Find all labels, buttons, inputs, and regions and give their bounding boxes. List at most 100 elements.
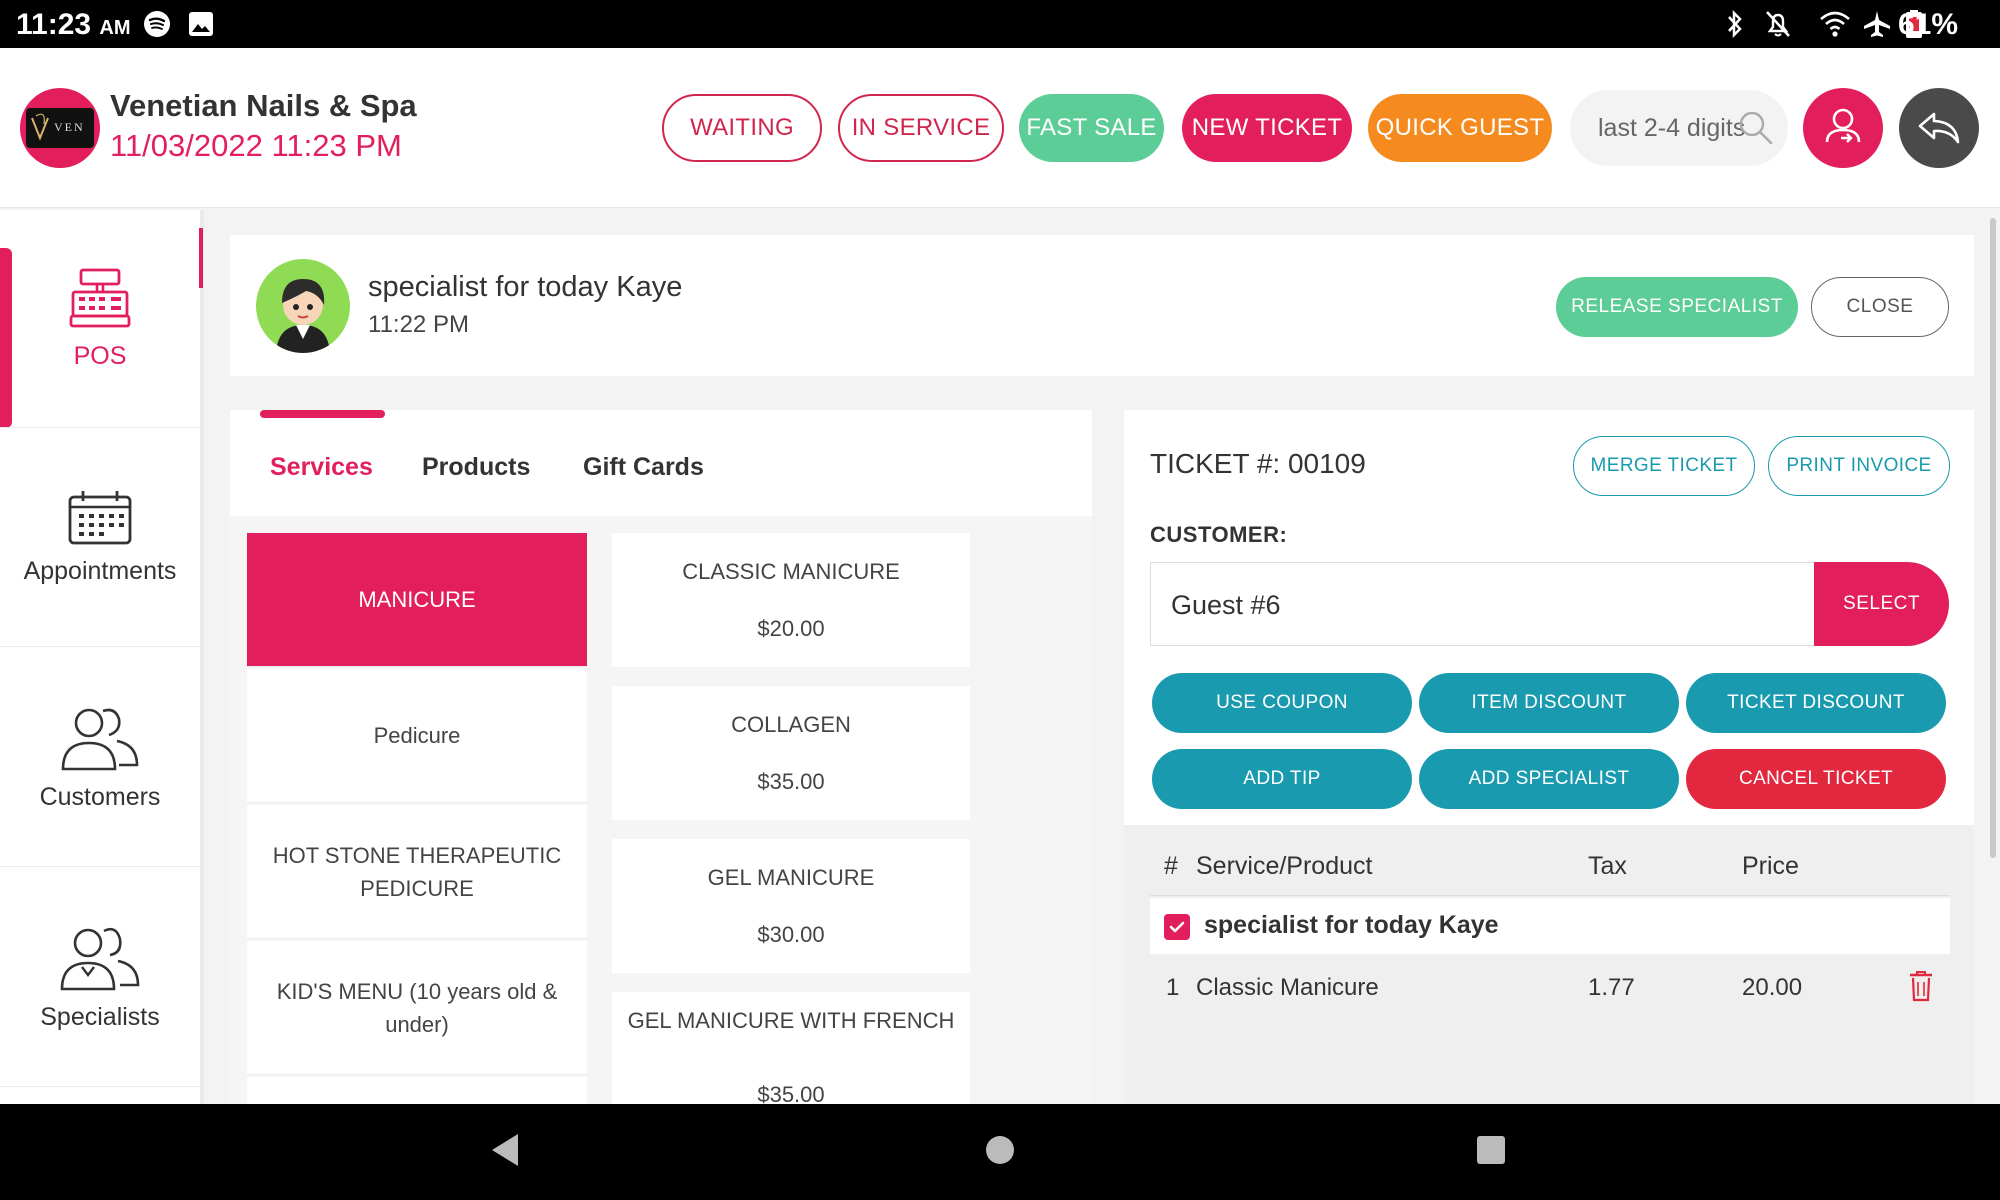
service-item[interactable]: CLASSIC MANICURE $20.00 — [612, 533, 970, 667]
specialist-group-name: specialist for today Kaye — [1204, 911, 1499, 939]
sidebar-item-customers[interactable]: Customers — [0, 649, 200, 867]
service-name: COLLAGEN — [731, 712, 851, 737]
category-pedicure[interactable]: Pedicure — [247, 669, 587, 803]
col-price: Price — [1742, 852, 1799, 880]
store-logo: VEN — [20, 88, 100, 168]
new-ticket-button[interactable]: NEW TICKET — [1182, 94, 1352, 162]
logo-text: VEN — [54, 120, 85, 134]
service-name: CLASSIC MANICURE — [682, 559, 900, 584]
android-nav-bar — [0, 1104, 2000, 1200]
services-panel: Services Products Gift Cards MANICURE Pe… — [230, 410, 1092, 1104]
specialist-time: 11:22 PM — [368, 311, 469, 338]
add-specialist-button[interactable]: ADD SPECIALIST — [1419, 749, 1679, 809]
service-name: GEL MANICURE — [707, 865, 875, 890]
status-time-value: 11:23 — [16, 8, 92, 41]
sidebar-item-label: Appointments — [23, 557, 177, 585]
tab-active-indicator — [260, 410, 385, 418]
search-box — [1570, 90, 1788, 166]
select-customer-button[interactable]: SELECT — [1814, 562, 1949, 646]
trash-icon[interactable] — [1908, 970, 1934, 1002]
ticket-table-header: # Service/Product Tax Price — [1150, 840, 1950, 896]
notifications-off-icon — [1766, 11, 1790, 37]
current-specialist-card: specialist for today Kaye 11:22 PM RELEA… — [230, 235, 1974, 376]
sidebar-item-appointments[interactable]: Appointments — [0, 429, 200, 647]
checkmark-icon — [1169, 921, 1185, 933]
service-item[interactable]: COLLAGEN $35.00 — [612, 686, 970, 820]
col-service-product: Service/Product — [1196, 852, 1373, 880]
spotify-icon — [144, 11, 170, 37]
store-logo-image: VEN — [26, 108, 94, 148]
col-number: # — [1164, 852, 1178, 880]
close-button[interactable]: CLOSE — [1811, 277, 1949, 337]
service-item[interactable]: GEL MANICURE $30.00 — [612, 839, 970, 973]
sidebar-item-label: Specialists — [40, 1003, 160, 1031]
fast-sale-button[interactable]: FAST SALE — [1019, 94, 1164, 162]
sidebar-divider — [200, 210, 204, 1104]
search-input[interactable] — [1598, 108, 1748, 148]
ticket-discount-button[interactable]: TICKET DISCOUNT — [1686, 673, 1946, 733]
category-kids-menu[interactable]: KID'S MENU (10 years old & under) — [247, 941, 587, 1075]
col-tax: Tax — [1588, 852, 1627, 880]
page-scrollbar[interactable] — [1990, 218, 1996, 858]
tab-products[interactable]: Products — [422, 453, 530, 482]
category-manicure[interactable]: MANICURE — [247, 533, 587, 667]
specialist-name: specialist for today Kaye — [368, 271, 683, 303]
nav-recents-icon[interactable] — [1475, 1132, 1507, 1168]
avatar-icon — [276, 279, 330, 353]
reply-arrow-icon — [1918, 112, 1960, 144]
customer-input[interactable] — [1171, 583, 1771, 627]
row-item: Classic Manicure — [1196, 974, 1379, 1001]
item-discount-button[interactable]: ITEM DISCOUNT — [1419, 673, 1679, 733]
sidebar-item-pos[interactable]: POS — [0, 210, 200, 428]
wifi-icon — [1820, 11, 1850, 37]
specialist-avatar — [256, 259, 350, 353]
status-time-ampm: AM — [99, 17, 131, 39]
user-swap-icon — [1825, 108, 1861, 143]
service-name: GEL MANICURE WITH FRENCH — [627, 1008, 955, 1033]
service-price: $35.00 — [757, 769, 825, 794]
sidebar-item-label: Customers — [39, 783, 161, 811]
image-icon — [189, 12, 213, 36]
back-button[interactable] — [1899, 88, 1979, 168]
in-service-button[interactable]: IN SERVICE — [838, 94, 1004, 162]
specialist-group-checkbox[interactable] — [1164, 914, 1190, 940]
cancel-ticket-button[interactable]: CANCEL TICKET — [1686, 749, 1946, 809]
nav-back-icon[interactable] — [490, 1132, 520, 1168]
store-name: Venetian Nails & Spa — [110, 88, 417, 123]
customers-icon — [61, 708, 139, 771]
battery-percent: 61% — [1897, 8, 1958, 41]
category-item[interactable] — [247, 1077, 587, 1104]
nav-home-icon[interactable] — [984, 1132, 1016, 1164]
app-header: VEN Venetian Nails & Spa 11/03/2022 11:2… — [0, 48, 2000, 208]
store-datetime: 11/03/2022 11:23 PM — [110, 128, 402, 163]
row-tax: 1.77 — [1588, 974, 1635, 1001]
tab-services[interactable]: Services — [270, 453, 373, 482]
row-price: 20.00 — [1742, 974, 1803, 1001]
sidebar-item-specialists[interactable]: Specialists — [0, 869, 200, 1087]
release-specialist-button[interactable]: RELEASE SPECIALIST — [1556, 277, 1798, 337]
customer-field — [1150, 562, 1816, 646]
ticket-specialist-group: specialist for today Kaye — [1150, 898, 1950, 954]
customer-label: CUSTOMER: — [1150, 522, 1288, 547]
quick-guest-button[interactable]: QUICK GUEST — [1368, 94, 1552, 162]
status-time: 11:23 AM — [16, 8, 131, 42]
table-row[interactable]: 1 Classic Manicure 1.77 20.00 — [1150, 956, 1950, 1020]
category-hot-stone-pedicure[interactable]: HOT STONE THERAPEUTIC PEDICURE — [247, 805, 587, 939]
sidebar: POS Appointments Customers Specialists — [0, 210, 200, 1104]
service-item[interactable]: GEL MANICURE WITH FRENCH $35.00 — [612, 992, 970, 1104]
tab-gift-cards[interactable]: Gift Cards — [583, 453, 704, 482]
ticket-header: TICKET #: 00109 MERGE TICKET PRINT INVOI… — [1124, 410, 1974, 825]
service-price: $20.00 — [757, 616, 825, 641]
search-icon[interactable] — [1738, 110, 1774, 146]
print-invoice-button[interactable]: PRINT INVOICE — [1768, 436, 1950, 496]
row-number: 1 — [1166, 974, 1180, 1001]
specialist-switch-button[interactable] — [1803, 88, 1883, 168]
cash-register-icon — [69, 268, 131, 328]
sidebar-item-label: POS — [73, 342, 127, 370]
use-coupon-button[interactable]: USE COUPON — [1152, 673, 1412, 733]
waiting-button[interactable]: WAITING — [662, 94, 822, 162]
merge-ticket-button[interactable]: MERGE TICKET — [1573, 436, 1755, 496]
ticket-number: TICKET #: 00109 — [1150, 448, 1366, 479]
add-tip-button[interactable]: ADD TIP — [1152, 749, 1412, 809]
bluetooth-icon — [1728, 9, 1742, 39]
